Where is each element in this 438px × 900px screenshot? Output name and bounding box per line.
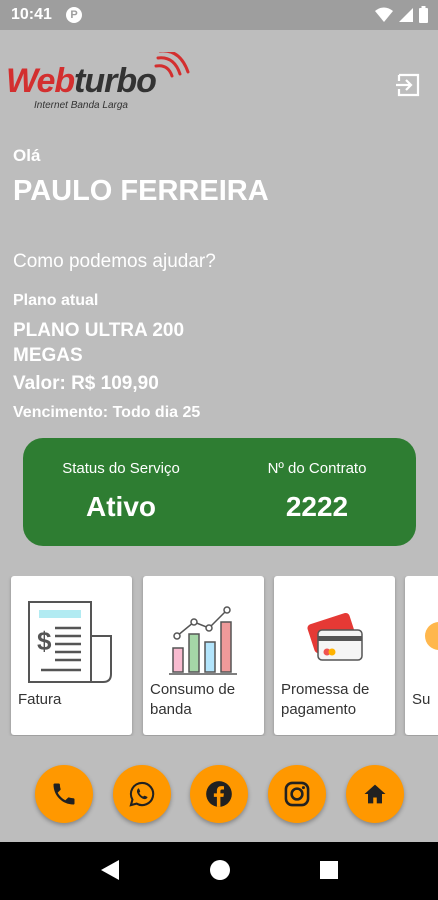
home-button[interactable] <box>346 765 404 823</box>
home-icon <box>364 784 386 804</box>
card-label: Su <box>412 691 431 708</box>
quick-actions <box>0 765 438 825</box>
phone-icon <box>53 783 75 805</box>
status-bar: 10:41 P <box>0 0 438 30</box>
facebook-button[interactable] <box>190 765 248 823</box>
webturbo-logo: Web turbo Internet Banda Larga <box>6 52 190 111</box>
p-icon: P <box>66 7 82 23</box>
signal-icon <box>399 7 413 22</box>
status-time: 10:41 <box>11 6 52 23</box>
card-label: Consumo de banda <box>150 681 236 718</box>
home-nav-icon[interactable] <box>208 858 232 882</box>
user-name: PAULO FERREIRA <box>13 175 269 207</box>
credit-card-icon <box>307 612 363 661</box>
plan-due-date: Vencimento: Todo dia 25 <box>13 404 201 421</box>
facebook-icon <box>206 781 232 807</box>
instagram-icon <box>284 781 310 807</box>
battery-icon <box>419 6 428 23</box>
card-suporte[interactable]: Su <box>405 576 438 735</box>
plan-value: Valor: R$ 109,90 <box>13 373 159 394</box>
card-label: Fatura <box>18 691 62 708</box>
svg-text:turbo: turbo <box>74 62 156 100</box>
support-icon <box>425 622 438 650</box>
navigation-bar <box>0 842 438 900</box>
service-status-value: Ativo <box>86 491 156 522</box>
card-promessa-pagamento[interactable]: Promessa de pagamento <box>274 576 395 735</box>
svg-text:Web: Web <box>6 62 74 100</box>
card-label: Promessa de pagamento <box>281 681 370 718</box>
recents-icon[interactable] <box>318 858 340 882</box>
plan-label: Plano atual <box>13 292 99 309</box>
contract-number: Nº do Contrato 2222 <box>219 438 415 546</box>
service-status: Status do Serviço Ativo <box>23 438 219 546</box>
menu-cards: $ Fatura Consumo de banda Promessa de pa… <box>0 576 438 736</box>
whatsapp-button[interactable] <box>113 765 171 823</box>
phone-button[interactable] <box>35 765 93 823</box>
contract-number-value: 2222 <box>285 491 349 522</box>
plan-name: PLANO ULTRA 200 MEGAS <box>13 320 185 366</box>
invoice-icon: $ <box>28 601 112 683</box>
wifi-icon <box>375 7 393 22</box>
logout-icon[interactable] <box>396 72 422 98</box>
service-status-card: Status do Serviço Ativo Nº do Contrato 2… <box>23 438 416 546</box>
bar-chart-icon <box>169 606 237 675</box>
instagram-button[interactable] <box>268 765 326 823</box>
service-status-label: Status do Serviço <box>62 460 180 477</box>
card-fatura[interactable]: $ Fatura <box>11 576 132 735</box>
help-text: Como podemos ajudar? <box>13 251 216 272</box>
back-icon[interactable] <box>99 858 121 882</box>
card-consumo-banda[interactable]: Consumo de banda <box>143 576 264 735</box>
main-screen: Web turbo Internet Banda Larga Olá PAULO… <box>0 30 438 842</box>
svg-text:$: $ <box>37 626 52 656</box>
svg-text:Internet Banda Larga: Internet Banda Larga <box>34 100 128 111</box>
whatsapp-icon <box>129 781 155 807</box>
system-icons <box>375 6 428 23</box>
contract-number-label: Nº do Contrato <box>267 460 367 477</box>
greeting-hello: Olá <box>13 146 41 165</box>
